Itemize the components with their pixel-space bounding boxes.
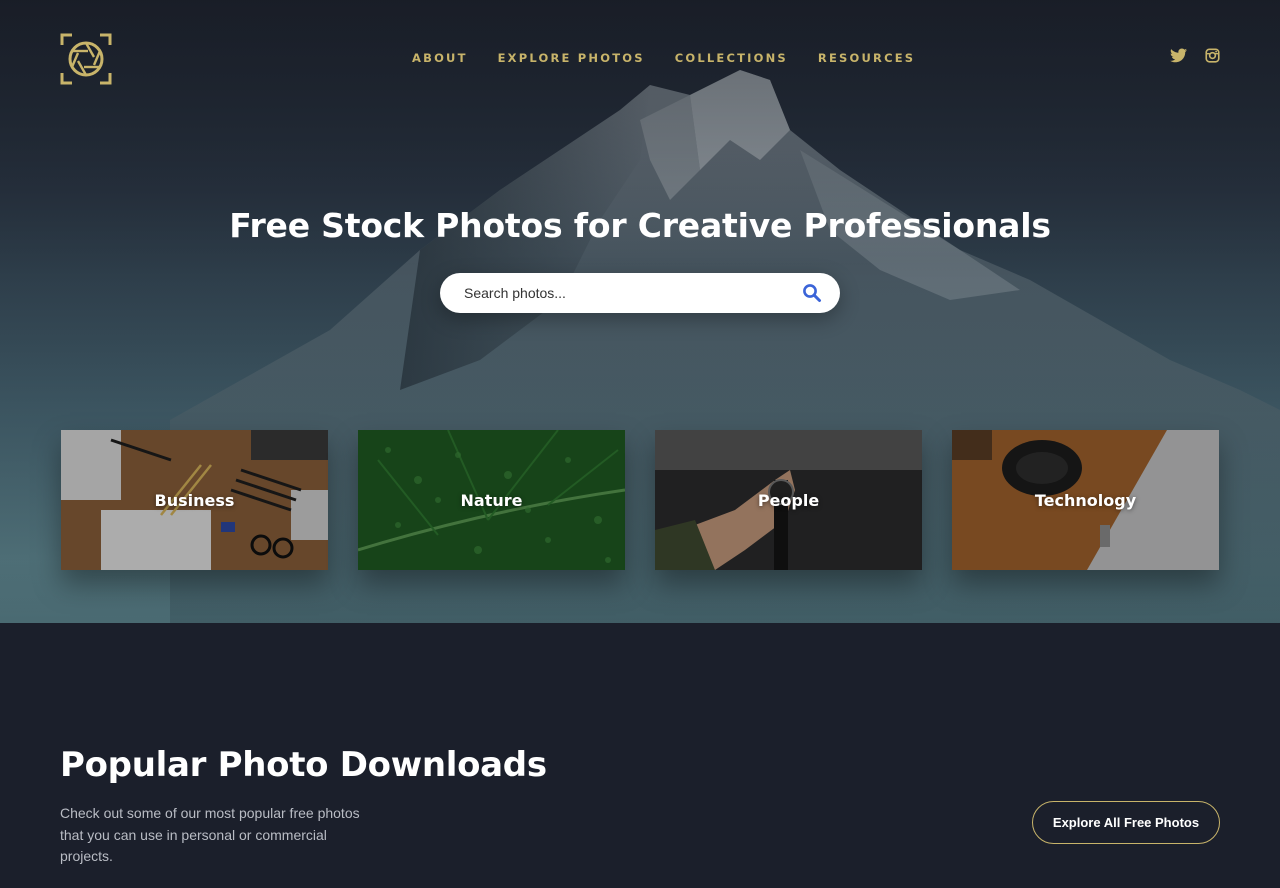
- section-title: Popular Photo Downloads: [60, 745, 547, 785]
- category-label: People: [757, 490, 820, 510]
- nav-explore-photos[interactable]: EXPLORE PHOTOS: [498, 51, 645, 65]
- hero-title: Free Stock Photos for Creative Professio…: [229, 206, 1051, 245]
- social-links: [1170, 48, 1222, 65]
- nav-collections[interactable]: COLLECTIONS: [675, 51, 788, 65]
- twitter-icon[interactable]: [1170, 48, 1187, 65]
- category-label: Business: [154, 490, 235, 510]
- search-input[interactable]: [464, 273, 784, 313]
- category-card-technology[interactable]: Technology: [952, 430, 1219, 570]
- explore-all-button[interactable]: Explore All Free Photos: [1032, 801, 1220, 844]
- aperture-logo-icon: [60, 33, 112, 85]
- category-label: Technology: [1034, 490, 1137, 510]
- hero-section: ABOUT EXPLORE PHOTOS COLLECTIONS RESOURC…: [0, 0, 1280, 623]
- nav-resources[interactable]: RESOURCES: [818, 51, 915, 65]
- category-card-nature[interactable]: Nature: [358, 430, 625, 570]
- instagram-icon[interactable]: [1205, 48, 1222, 65]
- category-card-people[interactable]: People: [655, 430, 922, 570]
- popular-downloads-section: Popular Photo Downloads Check out some o…: [0, 623, 1280, 888]
- main-nav: ABOUT EXPLORE PHOTOS COLLECTIONS RESOURC…: [412, 51, 915, 65]
- category-cards: Business Nature People Technology: [61, 430, 1219, 570]
- logo[interactable]: [60, 33, 112, 85]
- nav-about[interactable]: ABOUT: [412, 51, 468, 65]
- category-label: Nature: [460, 490, 523, 510]
- section-description: Check out some of our most popular free …: [60, 805, 360, 864]
- search-icon[interactable]: [802, 283, 822, 303]
- search-bar: [440, 273, 840, 313]
- category-card-business[interactable]: Business: [61, 430, 328, 570]
